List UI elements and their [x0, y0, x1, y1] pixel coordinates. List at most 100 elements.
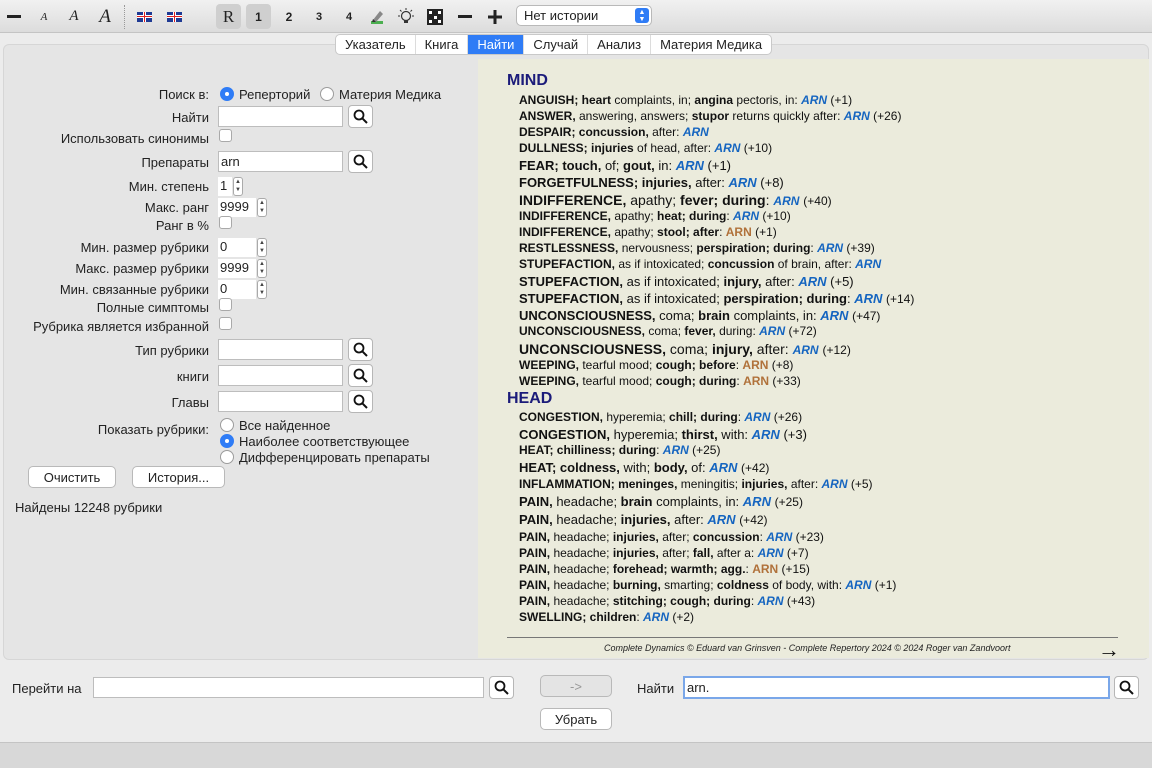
lightbulb-icon[interactable] — [395, 4, 417, 29]
font-large-button[interactable]: A — [94, 4, 116, 29]
remove-button[interactable]: Убрать — [540, 708, 612, 730]
level-4-button[interactable]: 4 — [338, 4, 360, 29]
rubric-type-input[interactable] — [218, 339, 343, 360]
rubric-row[interactable]: HEAT; chilliness; during: ARN (+25) — [519, 443, 720, 457]
tab-find[interactable]: Найти — [468, 35, 525, 54]
font-medium-button[interactable]: A — [64, 4, 84, 29]
rubric-row[interactable]: DULLNESS; injuries of head, after: ARN (… — [519, 141, 772, 155]
max-size-field[interactable]: 9999 — [218, 259, 256, 278]
search-icon[interactable] — [1114, 676, 1139, 699]
tab-bar: Указатель Книга Найти Случай Анализ Мате… — [335, 34, 773, 55]
radio-repertory[interactable] — [220, 87, 234, 101]
arrow-right-icon[interactable]: → — [1098, 637, 1120, 663]
level-2-button[interactable]: 2 — [278, 4, 300, 29]
highlighter-icon[interactable] — [366, 4, 388, 29]
rubric-row[interactable]: SWELLING; children: ARN (+2) — [519, 610, 694, 624]
min-related-stepper[interactable]: ▲ ▼ — [257, 280, 267, 299]
rubric-row[interactable]: STUPEFACTION, as if intoxicated; injury,… — [519, 274, 854, 289]
rubric-row[interactable]: PAIN, headache; stitching; cough; during… — [519, 594, 815, 608]
min-related-field[interactable]: 0 — [218, 280, 256, 299]
search-icon[interactable] — [348, 390, 373, 413]
rubric-row[interactable]: INDIFFERENCE, apathy; heat; during: ARN … — [519, 209, 791, 223]
rubric-row[interactable]: HEAT; coldness, with; body, of: ARN (+42… — [519, 460, 769, 475]
synonyms-checkbox[interactable] — [219, 129, 232, 142]
min-size-field[interactable]: 0 — [218, 238, 256, 257]
rubric-row[interactable]: STUPEFACTION, as if intoxicated; concuss… — [519, 257, 881, 271]
bottom-bar: Перейти на -> Найти arn. Убрать — [0, 662, 1152, 742]
radio-show-differentiate[interactable] — [220, 450, 234, 464]
rubric-row[interactable]: PAIN, headache; injuries, after; fall, a… — [519, 546, 809, 560]
plus-icon[interactable] — [484, 4, 506, 29]
goto-input[interactable] — [93, 677, 484, 698]
clear-button[interactable]: Очистить — [28, 466, 116, 488]
rubric-row[interactable]: PAIN, headache; burning, smarting; coldn… — [519, 578, 896, 592]
max-rank-stepper[interactable]: ▲ ▼ — [257, 198, 267, 217]
favorite-checkbox[interactable] — [219, 317, 232, 330]
history-button[interactable]: История... — [132, 466, 225, 488]
rubric-row[interactable]: PAIN, headache; brain complaints, in: AR… — [519, 494, 803, 509]
uk-flag-icon[interactable] — [134, 4, 154, 29]
chapters-input[interactable] — [218, 391, 343, 412]
tab-materia-medica[interactable]: Материя Медика — [651, 35, 771, 54]
max-size-stepper[interactable]: ▲ ▼ — [257, 259, 267, 278]
rubric-row[interactable]: WEEPING, tearful mood; cough; during: AR… — [519, 374, 801, 388]
find-bottom-input[interactable]: arn. — [683, 676, 1110, 699]
history-select[interactable]: Нет истории ▲ ▼ — [516, 5, 652, 26]
rubric-row[interactable]: CONGESTION, hyperemia; thirst, with: ARN… — [519, 427, 807, 442]
radio-show-differentiate-label: Дифференцировать препараты — [239, 450, 430, 465]
rubric-row[interactable]: CONGESTION, hyperemia; chill; during: AR… — [519, 410, 802, 424]
level-1-button[interactable]: 1 — [246, 4, 271, 29]
font-small-button[interactable]: A — [36, 4, 52, 29]
rubric-row[interactable]: INFLAMMATION; meninges, meningitis; inju… — [519, 477, 873, 491]
goto-arrow-button[interactable]: -> — [540, 675, 612, 697]
repertory-mode-button[interactable]: R — [216, 4, 241, 29]
rank-percent-checkbox[interactable] — [219, 216, 232, 229]
zoom-out-icon[interactable] — [4, 4, 24, 29]
search-icon[interactable] — [348, 364, 373, 387]
max-rank-field[interactable]: 9999 — [218, 198, 256, 217]
chapters-label: Главы — [171, 395, 209, 410]
radio-materia-medica[interactable] — [320, 87, 334, 101]
tab-analysis[interactable]: Анализ — [588, 35, 652, 54]
section-title-mind[interactable]: MIND — [507, 72, 548, 90]
minus-icon[interactable] — [454, 4, 476, 29]
favorite-label: Рубрика является избранной — [33, 319, 209, 334]
rubric-row[interactable]: INDIFFERENCE, apathy; fever; during: ARN… — [519, 192, 832, 208]
find-input[interactable] — [218, 106, 343, 127]
rubric-row[interactable]: FORGETFULNESS; injuries, after: ARN (+8) — [519, 175, 784, 190]
rubric-row[interactable]: PAIN, headache; injuries, after; concuss… — [519, 530, 824, 544]
search-icon[interactable] — [348, 338, 373, 361]
tab-case[interactable]: Случай — [524, 35, 589, 54]
rubric-row[interactable]: ANGUISH; heart complaints, in; angina pe… — [519, 93, 852, 107]
search-icon[interactable] — [489, 676, 514, 699]
rubric-row[interactable]: RESTLESSNESS, nervousness; perspiration;… — [519, 241, 875, 255]
full-symptoms-checkbox[interactable] — [219, 298, 232, 311]
search-in-label: Поиск в: — [158, 87, 209, 102]
grid-icon[interactable] — [424, 4, 446, 29]
books-input[interactable] — [218, 365, 343, 386]
rubric-row[interactable]: ANSWER, answering, answers; stupor retur… — [519, 109, 901, 123]
remedies-input[interactable]: arn — [218, 151, 343, 172]
rubric-row[interactable]: PAIN, headache; forehead; warmth; agg.: … — [519, 562, 810, 576]
radio-show-most-relevant[interactable] — [220, 434, 234, 448]
rubric-row[interactable]: DESPAIR; concussion, after: ARN — [519, 125, 709, 139]
rubric-row[interactable]: UNCONSCIOUSNESS, coma; injury, after: AR… — [519, 341, 851, 357]
tab-book[interactable]: Книга — [416, 35, 469, 54]
min-degree-stepper[interactable]: ▲ ▼ — [233, 177, 243, 196]
rubric-row[interactable]: UNCONSCIOUSNESS, coma; brain complaints,… — [519, 308, 880, 323]
search-icon[interactable] — [348, 105, 373, 128]
rubric-row[interactable]: INDIFFERENCE, apathy; stool; after: ARN … — [519, 225, 777, 239]
rubric-row[interactable]: STUPEFACTION, as if intoxicated; perspir… — [519, 291, 914, 306]
min-size-stepper[interactable]: ▲ ▼ — [257, 238, 267, 257]
level-3-button[interactable]: 3 — [308, 4, 330, 29]
tab-index[interactable]: Указатель — [336, 35, 416, 54]
rubric-row[interactable]: PAIN, headache; injuries, after: ARN (+4… — [519, 512, 768, 527]
uk-flag-icon[interactable] — [164, 4, 184, 29]
rubric-row[interactable]: UNCONSCIOUSNESS, coma; fever, during: AR… — [519, 324, 817, 338]
rubric-row[interactable]: FEAR; touch, of; gout, in: ARN (+1) — [519, 158, 731, 173]
min-degree-field[interactable]: 1 — [218, 177, 232, 196]
radio-show-all[interactable] — [220, 418, 234, 432]
search-icon[interactable] — [348, 150, 373, 173]
rubric-row[interactable]: WEEPING, tearful mood; cough; before: AR… — [519, 358, 793, 372]
section-title-head[interactable]: HEAD — [507, 390, 552, 408]
